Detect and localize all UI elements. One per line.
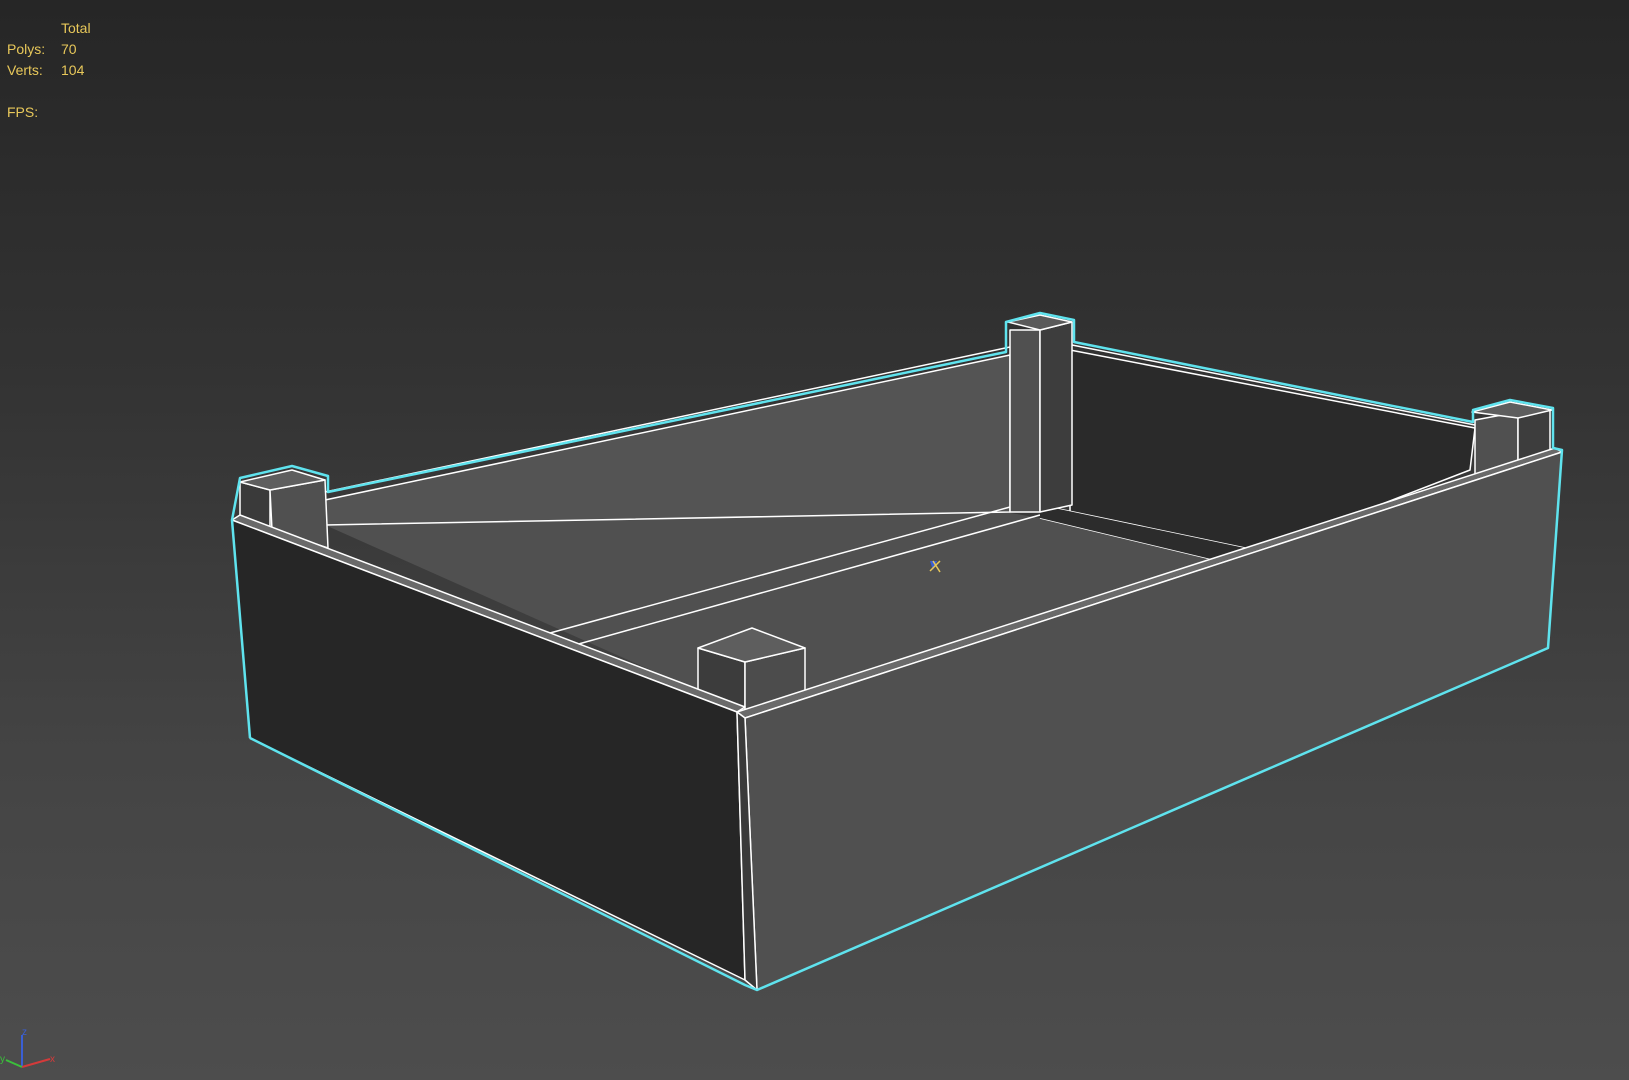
back-post-front-face [1009, 329, 1041, 513]
axis-tripod-icon: z x y [0, 1027, 55, 1068]
back-post-side-face [1039, 321, 1073, 513]
axis-x-line [21, 1058, 51, 1068]
scene-canvas[interactable] [0, 0, 1629, 1080]
axis-x-label: x [50, 1054, 55, 1065]
axis-z-label: z [22, 1027, 27, 1038]
planter-box[interactable] [230, 311, 1564, 992]
axis-y-line [5, 1059, 23, 1068]
back-left-inner-wall [324, 354, 1011, 526]
perspective-viewport[interactable]: Total Polys: 70 Verts: 104 FPS: z x y [0, 0, 1629, 1080]
axis-y-label: y [0, 1054, 5, 1065]
